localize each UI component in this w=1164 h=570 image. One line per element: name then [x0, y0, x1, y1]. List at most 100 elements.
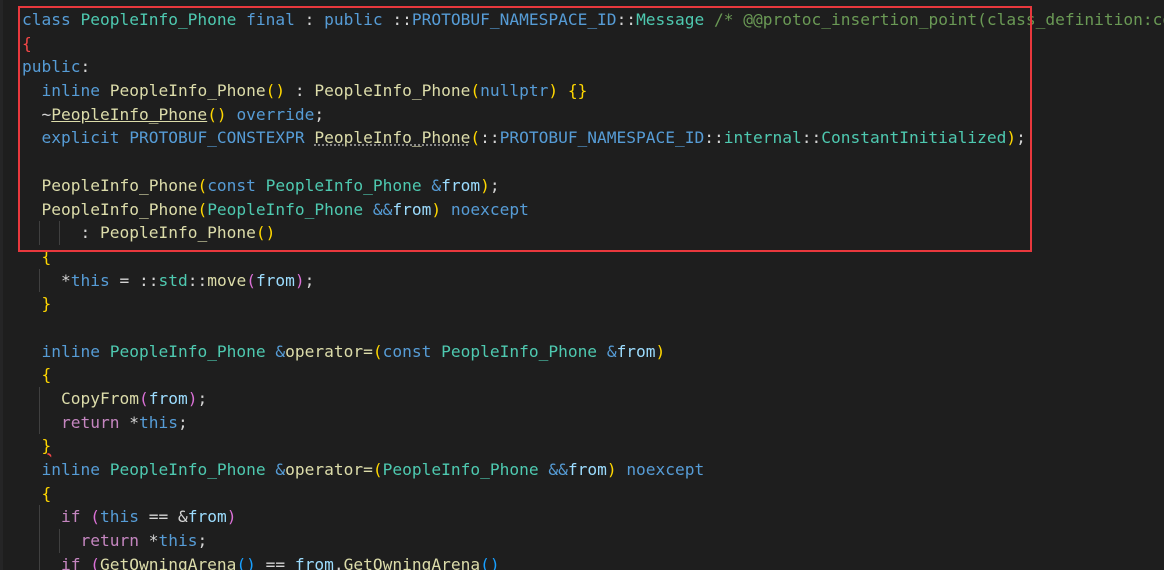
- code-token: (: [470, 128, 481, 148]
- code-token: noexcept: [450, 199, 529, 219]
- code-token: (: [197, 175, 208, 195]
- code-token: nullptr: [480, 81, 549, 101]
- code-token: PROTOBUF_NAMESPACE_ID: [411, 10, 617, 29]
- code-token: ~: [41, 104, 52, 124]
- indent-guide: [39, 529, 41, 553]
- code-token: &: [431, 175, 442, 195]
- code-line[interactable]: inline PeopleInfo_Phone &operator=(Peopl…: [22, 458, 1164, 482]
- code-line[interactable]: *this = ::std::move(from);: [22, 268, 1164, 293]
- code-line[interactable]: inline PeopleInfo_Phone() : PeopleInfo_P…: [22, 79, 1164, 103]
- code-token: PeopleInfo_Phone: [441, 341, 598, 361]
- code-line[interactable]: explicit PROTOBUF_CONSTEXPR PeopleInfo_P…: [22, 126, 1164, 150]
- code-token: inline: [41, 341, 100, 361]
- indent-guide: [39, 268, 41, 293]
- code-token: }: [41, 294, 52, 314]
- code-token: public: [22, 57, 81, 77]
- code-line[interactable]: {: [22, 482, 1164, 506]
- code-token: (: [90, 507, 100, 527]
- code-token: (: [246, 270, 256, 290]
- code-line[interactable]: }: [22, 434, 1164, 458]
- code-token: public: [324, 10, 383, 29]
- code-token: GetOwningArena: [99, 554, 237, 570]
- code-line[interactable]: PeopleInfo_Phone(const PeopleInfo_Phone …: [22, 174, 1164, 198]
- code-token: CopyFrom: [60, 389, 139, 408]
- code-token: ;: [177, 412, 188, 432]
- code-token: ): [431, 199, 442, 219]
- code-line[interactable]: if (GetOwningArena() == from.GetOwningAr…: [22, 552, 1164, 570]
- code-line[interactable]: CopyFrom(from);: [22, 387, 1164, 411]
- code-line[interactable]: {: [22, 245, 1164, 269]
- code-line[interactable]: ~PeopleInfo_Phone() override;: [22, 103, 1164, 127]
- code-token: :: [80, 57, 91, 77]
- code-token: ): [606, 460, 617, 480]
- code-token: ): [548, 81, 559, 101]
- code-line[interactable]: public:: [22, 55, 1164, 79]
- code-token: ;: [197, 389, 208, 408]
- code-line[interactable]: PeopleInfo_Phone(PeopleInfo_Phone &&from…: [22, 198, 1164, 222]
- code-token: {: [41, 483, 52, 503]
- code-token: PeopleInfo_Phone: [265, 175, 422, 195]
- code-line[interactable]: [22, 316, 1164, 340]
- code-line[interactable]: [22, 150, 1164, 174]
- code-token: ::: [480, 128, 500, 148]
- code-token: {: [41, 365, 52, 385]
- code-token: move: [207, 270, 247, 290]
- indent-guide: [39, 387, 41, 411]
- code-lines[interactable]: class PeopleInfo_Phone final : public ::…: [22, 8, 1164, 570]
- code-line[interactable]: return *this;: [22, 410, 1164, 435]
- code-token: ConstantInitialized: [821, 128, 1007, 148]
- code-token: this: [99, 507, 139, 527]
- code-token: PeopleInfo_Phone: [99, 223, 256, 243]
- code-line[interactable]: }: [22, 292, 1164, 316]
- code-token: (: [197, 199, 208, 219]
- code-token: ): [187, 389, 198, 408]
- code-line[interactable]: {: [22, 32, 1164, 56]
- code-token: == &: [138, 507, 188, 527]
- code-token: operator=: [285, 460, 373, 480]
- code-token: GetOwningArena: [343, 554, 481, 570]
- code-token: *: [119, 412, 139, 432]
- code-token: from: [187, 507, 227, 527]
- code-token: (: [372, 460, 383, 480]
- code-token: from: [392, 199, 432, 219]
- code-token: PROTOBUF_CONSTEXPR: [129, 128, 305, 148]
- code-token: ;: [304, 270, 315, 290]
- code-token: this: [158, 531, 198, 551]
- code-token: PROTOBUF_NAMESPACE_ID: [499, 128, 705, 148]
- code-token: std: [158, 270, 188, 290]
- code-editor[interactable]: class PeopleInfo_Phone final : public ::…: [0, 0, 1164, 570]
- code-token: }: [41, 436, 52, 456]
- code-line[interactable]: inline PeopleInfo_Phone &operator=(const…: [22, 340, 1164, 364]
- code-token: &&: [372, 199, 393, 219]
- code-token: PeopleInfo_Phone: [109, 81, 266, 101]
- code-token: return: [80, 531, 139, 551]
- code-token: PeopleInfo_Phone: [80, 10, 237, 29]
- code-token: *: [138, 531, 159, 551]
- code-token: ::: [801, 128, 822, 148]
- code-token: :: [285, 81, 315, 101]
- code-line[interactable]: class PeopleInfo_Phone final : public ::…: [22, 8, 1164, 32]
- code-token: PeopleInfo_Phone: [207, 199, 364, 219]
- code-line[interactable]: {: [22, 363, 1164, 387]
- indent-guide: [39, 221, 41, 245]
- code-token: (): [207, 104, 227, 124]
- code-line[interactable]: return *this;: [22, 529, 1164, 553]
- code-token: this: [138, 412, 178, 432]
- code-line[interactable]: : PeopleInfo_Phone(): [22, 221, 1164, 245]
- code-line[interactable]: if (this == &from): [22, 505, 1164, 530]
- code-token: this: [70, 270, 110, 290]
